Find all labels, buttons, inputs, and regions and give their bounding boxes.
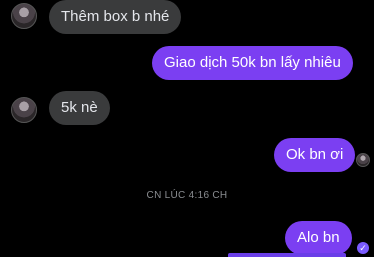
message-bubble-incoming[interactable]: Thêm box b nhé: [49, 0, 182, 34]
avatar[interactable]: [11, 3, 37, 29]
check-circle-icon: ✓: [357, 242, 369, 254]
read-receipt-avatar: [356, 153, 370, 167]
avatar[interactable]: [11, 97, 37, 123]
message-bubble-incoming[interactable]: 5k nè: [49, 91, 110, 125]
message-bubble-outgoing[interactable]: Alo bn: [285, 221, 352, 255]
message-bubble-outgoing[interactable]: Ok bn ơi: [274, 138, 356, 172]
message-bubble-outgoing[interactable]: Giao dịch 50k bn lấy nhiêu: [152, 46, 353, 80]
composer-edge: [228, 253, 346, 257]
message-timestamp: CN LÚC 4:16 CH: [146, 190, 228, 201]
